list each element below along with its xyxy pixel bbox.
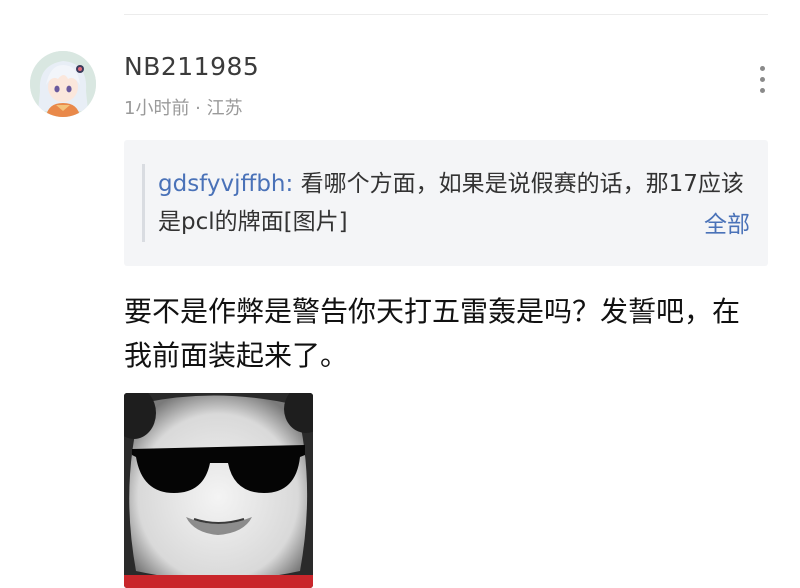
username[interactable]: NB211985 xyxy=(124,52,259,81)
quote-text-block: gdsfyvjffbh: 看哪个方面，如果是说假赛的话，那17应该是pcl的牌面… xyxy=(158,165,754,241)
more-options-icon[interactable] xyxy=(752,66,772,102)
comment-body: 要不是作弊是警告你天打五雷轰是吗？发誓吧，在我前面装起来了。 xyxy=(124,295,741,372)
dot xyxy=(759,88,765,93)
dot xyxy=(759,77,765,82)
top-divider xyxy=(124,14,768,15)
avatar[interactable] xyxy=(30,51,96,117)
comment-location: 江苏 xyxy=(206,98,243,119)
sunglasses-meme-icon xyxy=(124,393,313,588)
meta-separator: · xyxy=(189,98,207,119)
quoted-reply[interactable]: gdsfyvjffbh: 看哪个方面，如果是说假赛的话，那17应该是pcl的牌面… xyxy=(124,140,768,266)
dot xyxy=(759,66,765,71)
expand-all-link[interactable]: 全部 xyxy=(704,205,750,239)
anime-avatar-icon xyxy=(30,51,96,117)
comment-meta: 1小时前 · 江苏 xyxy=(124,94,243,120)
quote-colon: : xyxy=(285,171,301,197)
quote-bar xyxy=(142,164,145,242)
comment-time: 1小时前 xyxy=(124,98,190,119)
comment-image[interactable] xyxy=(124,393,313,588)
quote-author[interactable]: gdsfyvjffbh xyxy=(158,171,286,197)
